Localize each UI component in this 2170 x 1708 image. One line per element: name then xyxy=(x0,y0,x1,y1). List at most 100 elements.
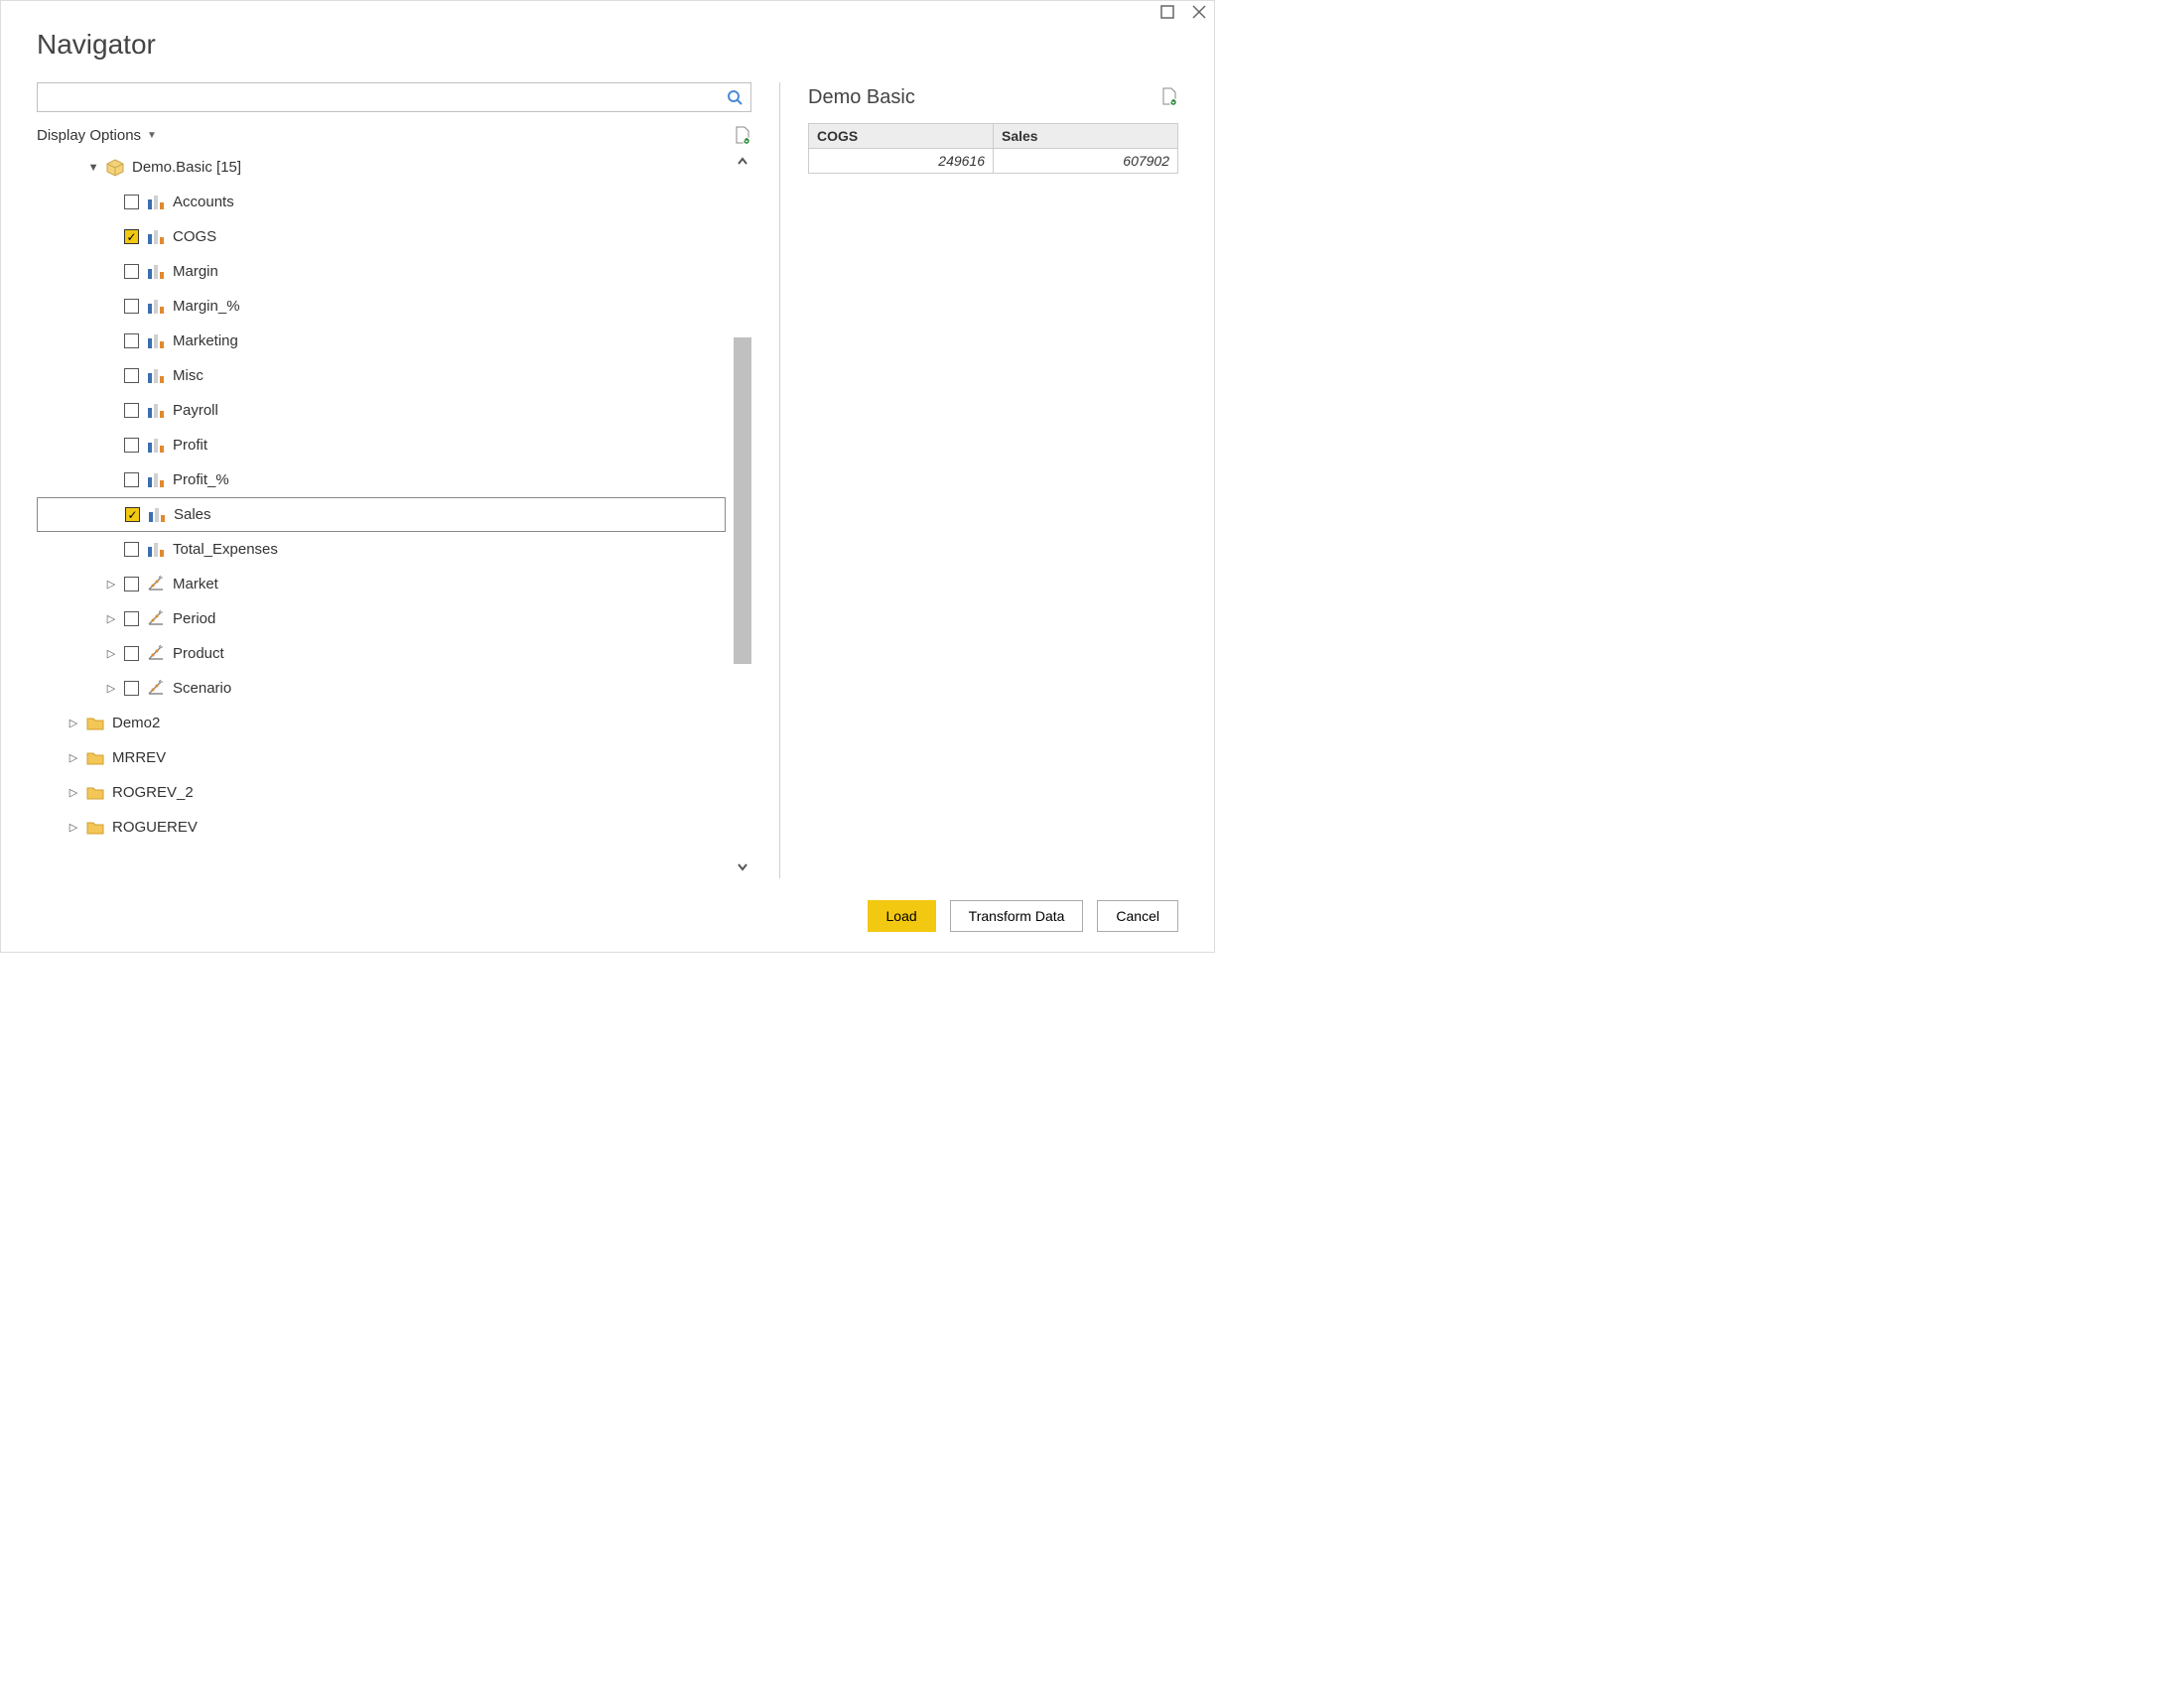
tree-item-label: Scenario xyxy=(173,680,231,697)
tree-item-product[interactable]: ▷Product xyxy=(37,636,726,671)
dimension-icon xyxy=(147,610,165,628)
scroll-up-icon[interactable] xyxy=(734,150,751,174)
chevron-down-icon: ▼ xyxy=(147,130,157,141)
preview-panel: Demo Basic COGSSales249616607902 xyxy=(808,82,1178,878)
refresh-icon[interactable] xyxy=(734,126,751,144)
tree-folder-rogrev_2[interactable]: ▷ ROGREV_2 xyxy=(37,775,726,810)
bars-icon xyxy=(147,263,165,281)
tree-item-profit[interactable]: Profit xyxy=(37,428,726,462)
tree-item-label: Period xyxy=(173,610,215,627)
checkbox[interactable] xyxy=(124,438,139,453)
checkbox[interactable] xyxy=(124,646,139,661)
checkbox[interactable] xyxy=(124,542,139,557)
tree-item-margin_%[interactable]: Margin_% xyxy=(37,289,726,324)
search-input-container[interactable] xyxy=(37,82,751,112)
expander-icon[interactable]: ▷ xyxy=(68,717,78,729)
cube-icon xyxy=(106,159,124,177)
vertical-scrollbar[interactable] xyxy=(734,150,751,878)
page-title: Navigator xyxy=(37,29,1178,61)
tree-item-payroll[interactable]: Payroll xyxy=(37,393,726,428)
tree-item-sales[interactable]: Sales xyxy=(37,497,726,532)
navigator-window: Navigator Display Options ▼ ▼Demo.Basic … xyxy=(0,0,1215,953)
load-button[interactable]: Load xyxy=(868,900,936,932)
tree-item-accounts[interactable]: Accounts xyxy=(37,185,726,219)
folder-icon xyxy=(86,749,104,767)
dialog-footer: Load Transform Data Cancel xyxy=(37,878,1178,932)
tree-item-margin[interactable]: Margin xyxy=(37,254,726,289)
tree-root[interactable]: ▼Demo.Basic [15] xyxy=(37,150,726,185)
tree-item-label: ROGUEREV xyxy=(112,819,198,836)
tree-folder-roguerev[interactable]: ▷ ROGUEREV xyxy=(37,810,726,845)
tree-item-label: Margin xyxy=(173,263,218,280)
checkbox[interactable] xyxy=(124,333,139,348)
tree-item-label: Payroll xyxy=(173,402,218,419)
bars-icon xyxy=(147,541,165,559)
column-header: COGS xyxy=(809,124,994,149)
refresh-preview-icon[interactable] xyxy=(1160,87,1178,105)
bars-icon xyxy=(147,228,165,246)
expander-icon[interactable]: ▷ xyxy=(106,647,116,660)
cell: 607902 xyxy=(994,149,1178,174)
checkbox[interactable] xyxy=(124,577,139,591)
tree-item-label: Marketing xyxy=(173,332,238,349)
tree-item-cogs[interactable]: COGS xyxy=(37,219,726,254)
bars-icon xyxy=(147,194,165,211)
folder-icon xyxy=(86,784,104,802)
folder-icon xyxy=(86,715,104,732)
folder-icon xyxy=(86,819,104,837)
checkbox[interactable] xyxy=(124,264,139,279)
tree-item-period[interactable]: ▷ Period xyxy=(37,601,726,636)
bars-icon xyxy=(147,471,165,489)
checkbox[interactable] xyxy=(124,611,139,626)
transform-data-button[interactable]: Transform Data xyxy=(950,900,1084,932)
tree-item-label: Misc xyxy=(173,367,203,384)
tree-item-label: Market xyxy=(173,576,218,592)
checkbox[interactable] xyxy=(124,472,139,487)
cancel-button[interactable]: Cancel xyxy=(1097,900,1178,932)
checkbox[interactable] xyxy=(124,195,139,209)
bars-icon xyxy=(147,298,165,316)
search-input[interactable] xyxy=(46,88,727,106)
tree-item-label: COGS xyxy=(173,228,216,245)
expander-icon[interactable]: ▷ xyxy=(106,612,116,625)
maximize-icon[interactable] xyxy=(1160,5,1174,19)
tree-item-misc[interactable]: Misc xyxy=(37,358,726,393)
expander-icon[interactable]: ▷ xyxy=(68,821,78,834)
checkbox[interactable] xyxy=(124,403,139,418)
navigator-tree[interactable]: ▼Demo.Basic [15]Accounts COGS Margin Margin… xyxy=(37,150,751,878)
expander-icon[interactable]: ▷ xyxy=(68,751,78,764)
tree-item-label: MRREV xyxy=(112,749,166,766)
bars-icon xyxy=(148,506,166,524)
tree-item-label: Margin_% xyxy=(173,298,240,315)
expander-icon[interactable]: ▷ xyxy=(106,578,116,591)
checkbox[interactable] xyxy=(124,368,139,383)
tree-item-total_expenses[interactable]: Total_Expenses xyxy=(37,532,726,567)
search-icon[interactable] xyxy=(727,89,743,105)
preview-table: COGSSales249616607902 xyxy=(808,123,1178,174)
tree-item-label: Sales xyxy=(174,506,211,523)
checkbox[interactable] xyxy=(124,681,139,696)
scroll-down-icon[interactable] xyxy=(734,854,751,878)
display-options-label: Display Options xyxy=(37,127,141,144)
close-icon[interactable] xyxy=(1192,5,1206,19)
tree-folder-mrrev[interactable]: ▷ MRREV xyxy=(37,740,726,775)
panel-divider xyxy=(779,82,780,878)
tree-folder-demo2[interactable]: ▷Demo2 xyxy=(37,706,726,740)
dimension-icon xyxy=(147,645,165,663)
checkbox[interactable] xyxy=(125,507,140,522)
tree-item-market[interactable]: ▷ Market xyxy=(37,567,726,601)
tree-item-label: Profit xyxy=(173,437,207,454)
expander-icon[interactable]: ▷ xyxy=(106,682,116,695)
tree-item-marketing[interactable]: Marketing xyxy=(37,324,726,358)
checkbox[interactable] xyxy=(124,229,139,244)
bars-icon xyxy=(147,437,165,455)
expander-icon[interactable]: ▼ xyxy=(88,162,98,174)
tree-item-scenario[interactable]: ▷ Scenario xyxy=(37,671,726,706)
column-header: Sales xyxy=(994,124,1178,149)
checkbox[interactable] xyxy=(124,299,139,314)
display-options-dropdown[interactable]: Display Options ▼ xyxy=(37,127,157,144)
tree-item-label: ROGREV_2 xyxy=(112,784,194,801)
expander-icon[interactable]: ▷ xyxy=(68,786,78,799)
tree-item-profit_%[interactable]: Profit_% xyxy=(37,462,726,497)
bars-icon xyxy=(147,332,165,350)
